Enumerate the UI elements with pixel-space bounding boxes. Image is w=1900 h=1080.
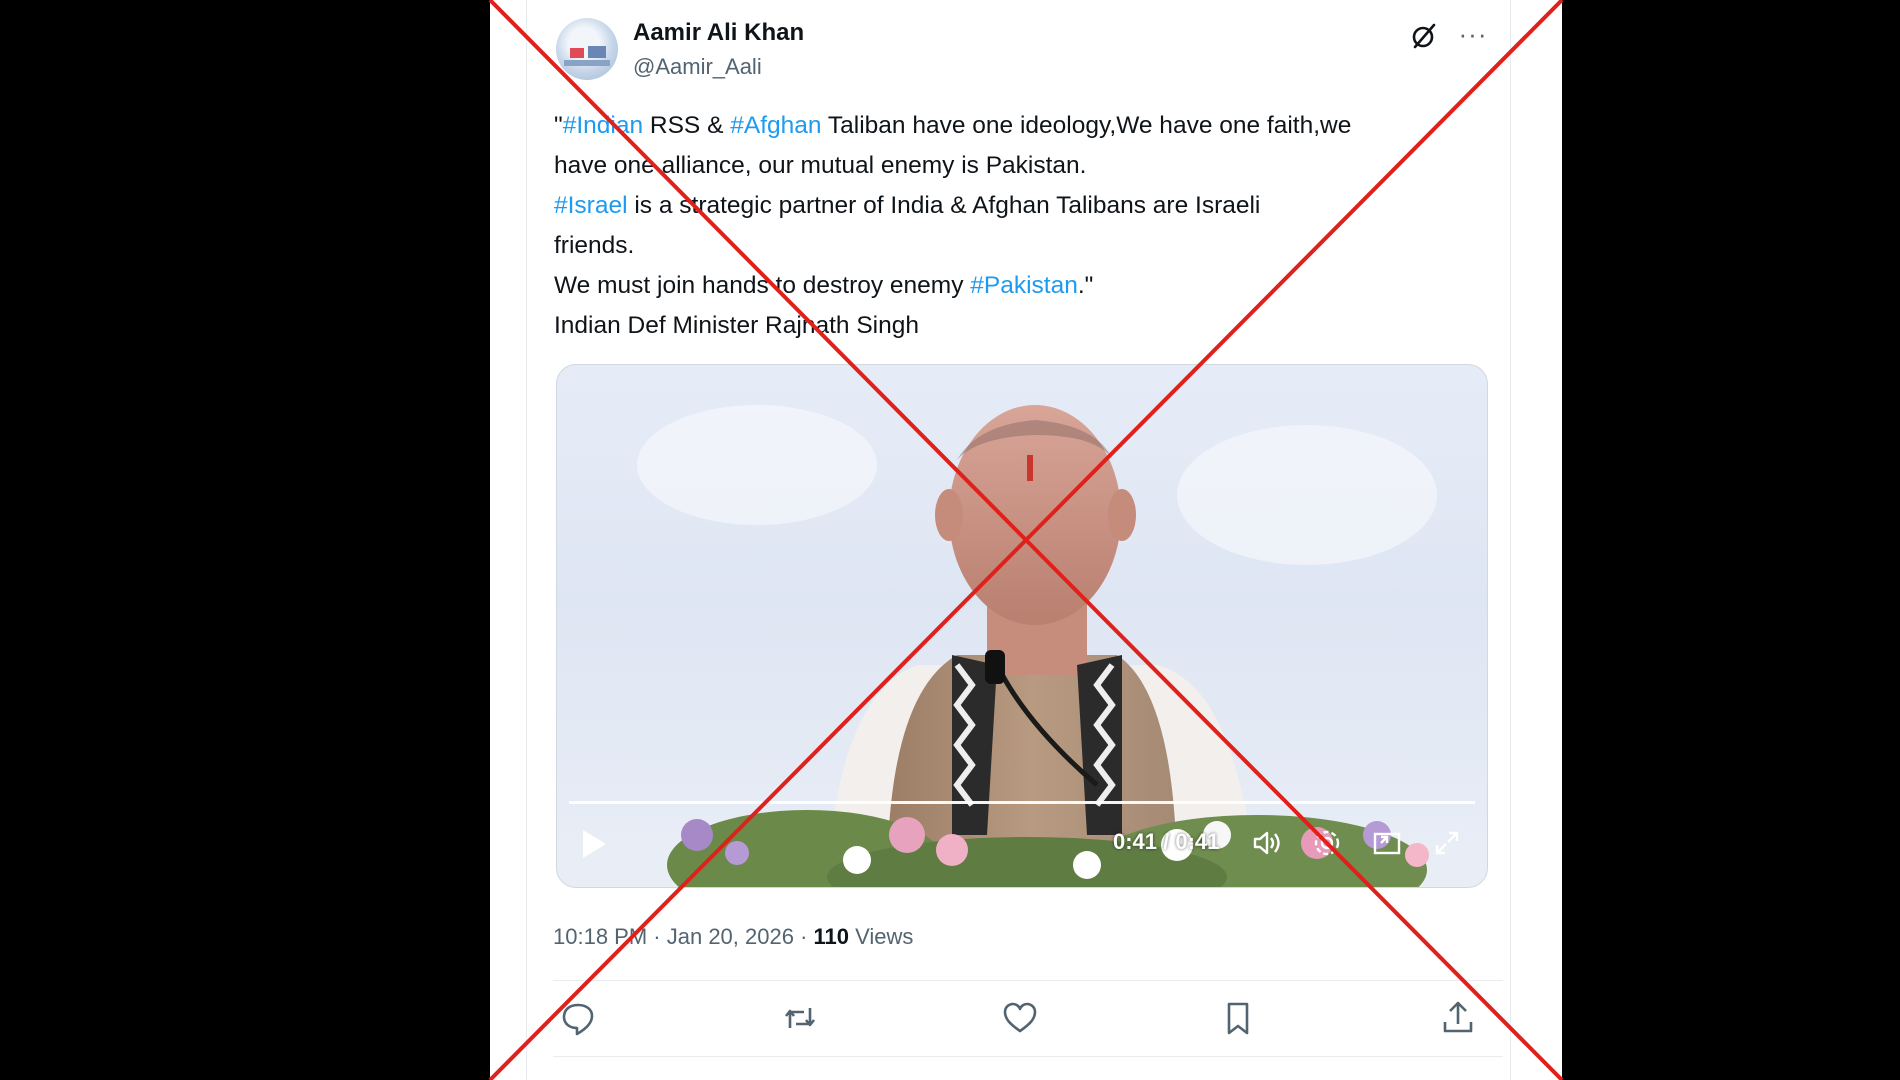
- tweet-text-line: friends.: [554, 226, 1504, 266]
- divider: [553, 980, 1503, 981]
- hashtag-link[interactable]: #Pakistan: [970, 272, 1078, 299]
- tweet-text-segment: We must join hands to destroy enemy: [554, 272, 971, 299]
- meta-separator: ·: [793, 924, 814, 949]
- hashtag-link[interactable]: #Indian: [563, 112, 643, 139]
- tweet-text-segment: is a strategic partner of India & Afghan…: [627, 192, 1261, 219]
- meta-separator: ·: [647, 924, 667, 949]
- tweet-text-segment: RSS &: [643, 112, 731, 139]
- tweet-text-line: "#Indian RSS & #Afghan Taliban have one …: [554, 106, 1504, 146]
- author-handle[interactable]: @Aamir_Aali: [633, 54, 762, 80]
- like-icon[interactable]: [1000, 998, 1040, 1038]
- video-controls: 0:41 / 0:41: [557, 805, 1487, 887]
- tweet-text-line: have one alliance, our mutual enemy is P…: [554, 146, 1504, 186]
- video-time: 0:41 / 0:41: [1113, 829, 1220, 854]
- more-icon[interactable]: ···: [1455, 18, 1491, 54]
- settings-icon[interactable]: [1309, 825, 1345, 861]
- tweet-card: Aamir Ali Khan @Aamir_Aali ··· "#Indian …: [490, 0, 1562, 1080]
- tweet-text-line: Indian Def Minister Rajnath Singh: [554, 306, 1504, 346]
- author-display-name[interactable]: Aamir Ali Khan: [633, 19, 804, 47]
- avatar[interactable]: [556, 18, 618, 80]
- divider: [553, 1056, 1503, 1057]
- volume-icon[interactable]: [1249, 825, 1285, 861]
- action-bar: [490, 998, 1562, 1042]
- pip-icon[interactable]: [1369, 825, 1405, 861]
- tweet-text: "#Indian RSS & #Afghan Taliban have one …: [554, 106, 1504, 346]
- grok-icon[interactable]: [1408, 20, 1440, 52]
- reply-icon[interactable]: [558, 998, 598, 1038]
- video-player[interactable]: 0:41 / 0:41: [556, 364, 1488, 888]
- fullscreen-icon[interactable]: [1429, 825, 1465, 861]
- tweet-text-segment: have one alliance, our mutual enemy is P…: [554, 152, 1087, 179]
- play-icon[interactable]: [579, 827, 609, 861]
- tweet-meta: 10:18 PM · Jan 20, 2026 · 110 Views: [553, 924, 913, 950]
- share-icon[interactable]: [1438, 998, 1478, 1038]
- tweet-text-segment: friends.: [554, 232, 635, 259]
- tweet-time[interactable]: 10:18 PM: [553, 924, 647, 949]
- views-label: Views: [849, 924, 914, 949]
- tweet-text-segment: Indian Def Minister Rajnath Singh: [554, 312, 919, 339]
- video-progress-bar[interactable]: [569, 801, 1475, 804]
- hashtag-link[interactable]: #Israel: [554, 192, 628, 219]
- tweet-date[interactable]: Jan 20, 2026: [667, 924, 794, 949]
- tweet-text-line: We must join hands to destroy enemy #Pak…: [554, 266, 1504, 306]
- tweet-text-line: #Israel is a strategic partner of India …: [554, 186, 1504, 226]
- hashtag-link[interactable]: #Afghan: [730, 112, 821, 139]
- retweet-icon[interactable]: [780, 998, 820, 1038]
- tweet-text-segment: ": [554, 112, 563, 139]
- bookmark-icon[interactable]: [1218, 998, 1258, 1038]
- tweet-text-segment: Taliban have one ideology,We have one fa…: [821, 112, 1352, 139]
- views-count: 110: [813, 924, 850, 949]
- tweet-text-segment: .": [1077, 272, 1094, 299]
